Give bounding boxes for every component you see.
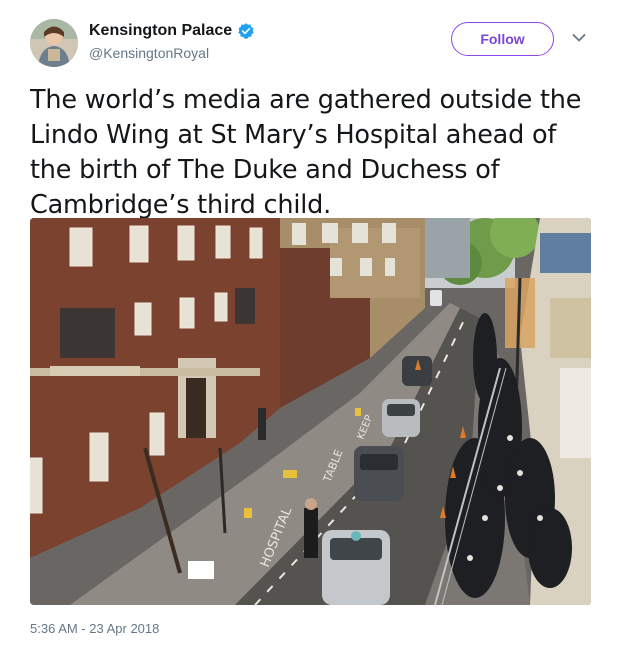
verified-badge-icon xyxy=(238,23,254,39)
tweet-text: The world’s media are gathered outside t… xyxy=(30,85,582,220)
timestamp[interactable]: 5:36 AM - 23 Apr 2018 xyxy=(30,620,159,638)
display-name-row[interactable]: Kensington Palace xyxy=(89,20,255,42)
avatar[interactable] xyxy=(30,19,78,67)
follow-button[interactable]: Follow xyxy=(451,22,554,56)
avatar-portrait-icon xyxy=(30,19,78,67)
tweet-photo[interactable]: HOSPITAL TABLE KEEP xyxy=(30,218,591,605)
tweet-author[interactable]: Kensington Palace @KensingtonRoyal xyxy=(89,20,255,63)
display-name[interactable]: Kensington Palace xyxy=(89,20,232,42)
follow-button-label: Follow xyxy=(480,31,525,47)
handle[interactable]: @KensingtonRoyal xyxy=(89,43,255,63)
chevron-down-icon[interactable] xyxy=(572,33,586,43)
street-photo-icon: HOSPITAL TABLE KEEP xyxy=(30,218,591,605)
